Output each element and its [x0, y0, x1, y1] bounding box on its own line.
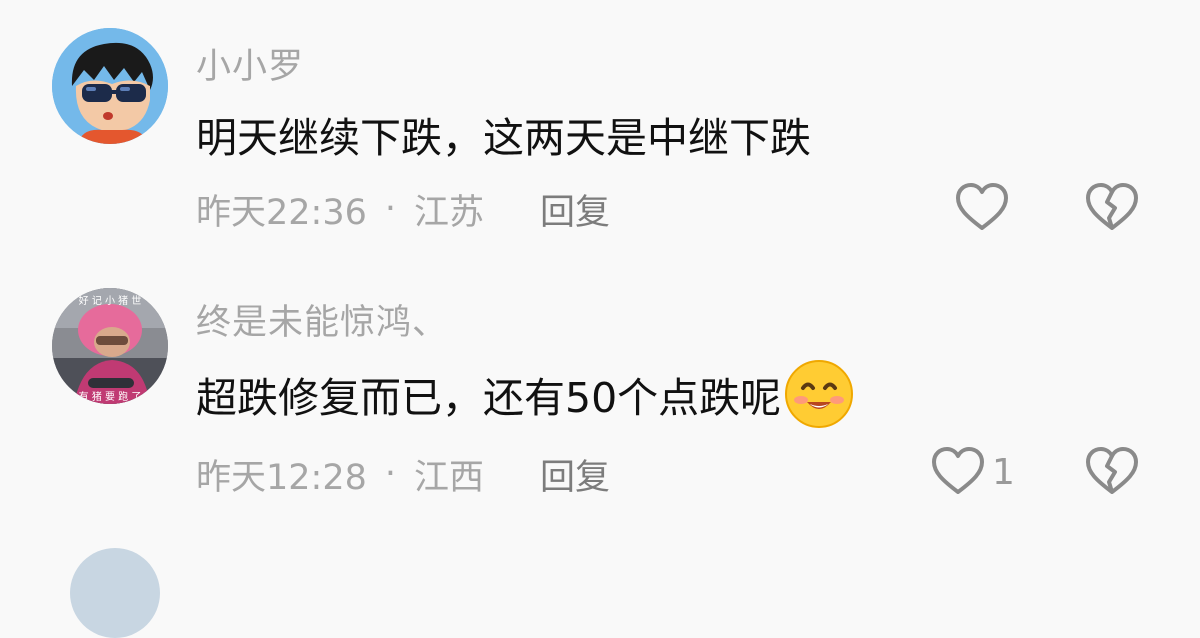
location: 江西 — [414, 457, 485, 498]
username[interactable]: 小小罗 — [196, 38, 304, 89]
avatar[interactable] — [70, 548, 160, 638]
comment-item: 小小罗 明天继续下跌，这两天是中继下跌 昨天22:36 · 江苏 回复 — [0, 0, 1200, 270]
comment-text: 明天继续下跌，这两天是中继下跌 — [196, 104, 811, 164]
svg-text:好 记 小 猪 世: 好 记 小 猪 世 — [79, 295, 142, 307]
comment-meta: 昨天22:36 · 江苏 回复 — [196, 184, 610, 235]
reply-button[interactable]: 回复 — [540, 184, 610, 235]
avatar[interactable]: 好 记 小 猪 世 有 猪 要 跑 了 — [52, 288, 168, 404]
avatar-image — [52, 28, 168, 144]
dislike-icon[interactable] — [1082, 442, 1142, 502]
like-icon[interactable] — [928, 442, 988, 502]
meta-separator: · — [384, 189, 397, 229]
reply-button[interactable]: 回复 — [540, 449, 610, 500]
like-count: 1 — [992, 452, 1015, 493]
svg-text:有 猪 要 跑 了: 有 猪 要 跑 了 — [79, 390, 142, 403]
meta-separator: · — [384, 454, 397, 494]
comment-text-content: 明天继续下跌，这两天是中继下跌 — [196, 114, 811, 162]
username[interactable]: 终是未能惊鸿、 — [196, 294, 448, 345]
comment-text-content: 超跌修复而已，还有50个点跌呢 — [196, 374, 782, 422]
dislike-icon[interactable] — [1082, 178, 1142, 238]
location: 江苏 — [414, 192, 485, 233]
avatar-image: 好 记 小 猪 世 有 猪 要 跑 了 — [52, 288, 168, 404]
like-icon[interactable] — [952, 178, 1012, 238]
timestamp: 昨天22:36 — [196, 192, 367, 233]
comment-text: 超跌修复而已，还有50个点跌呢 — [196, 358, 855, 430]
smiling-face-emoji — [785, 360, 854, 428]
comment-meta: 昨天12:28 · 江西 回复 — [196, 449, 610, 500]
comment-item: 好 记 小 猪 世 有 猪 要 跑 了 终是未能惊鸿、 超跌修复而已，还有50个… — [0, 270, 1200, 550]
avatar[interactable] — [52, 28, 168, 144]
timestamp: 昨天12:28 — [196, 457, 367, 498]
